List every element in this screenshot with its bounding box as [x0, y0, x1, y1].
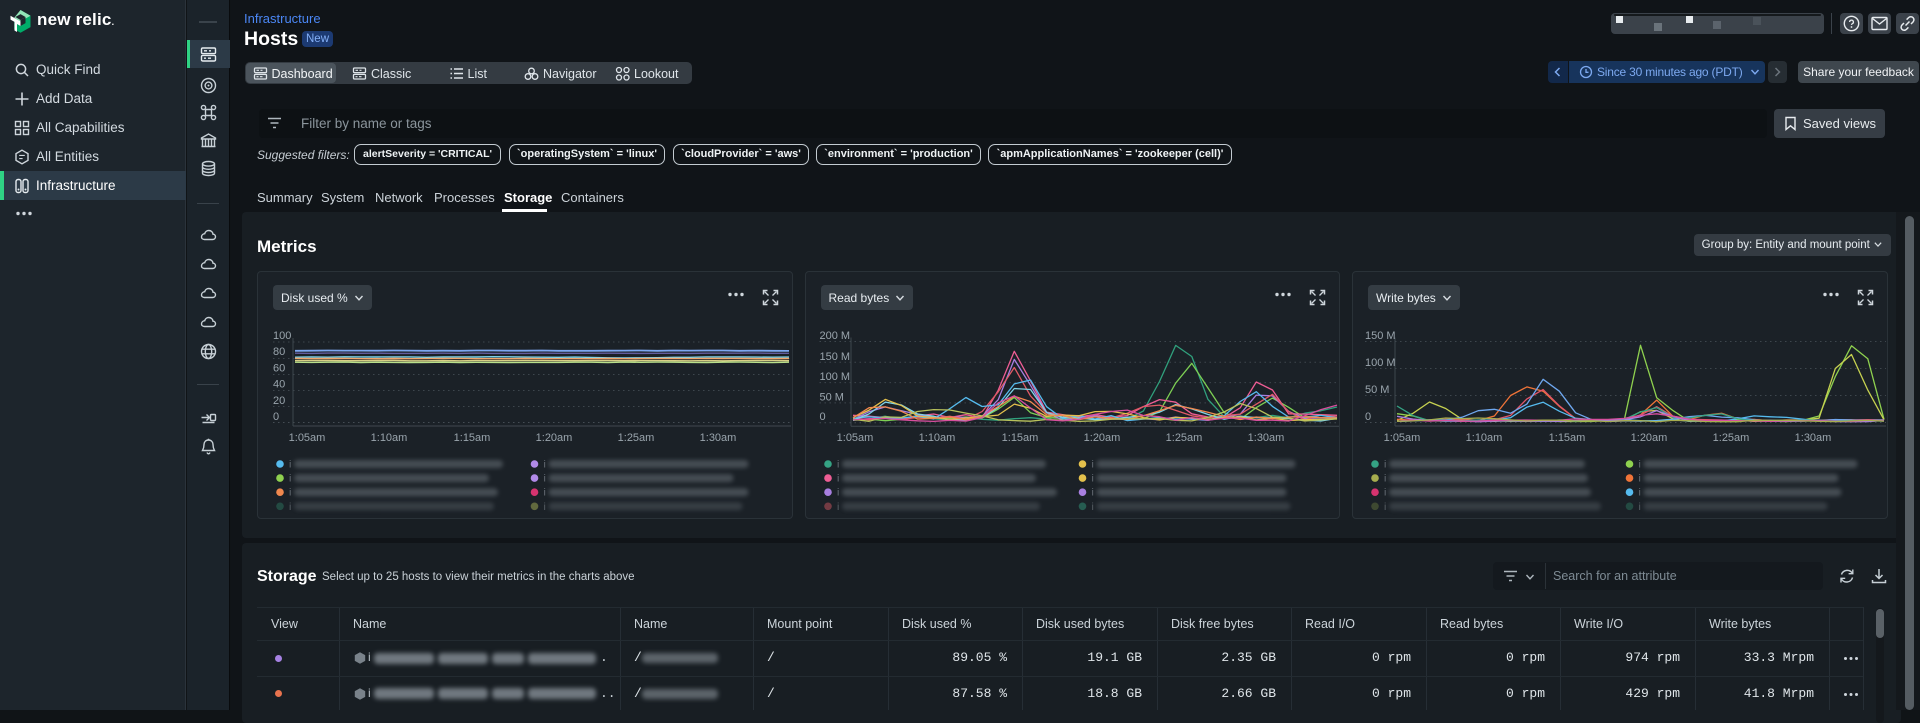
svg-text:200 M: 200 M — [819, 330, 850, 342]
svg-text:1:10am: 1:10am — [918, 432, 955, 444]
svg-text:i: i — [544, 459, 546, 471]
svg-text:20: 20 — [273, 395, 285, 407]
svg-text:40: 40 — [273, 379, 285, 391]
svg-text:i: i — [289, 473, 291, 485]
svg-text:i: i — [1639, 501, 1641, 513]
svg-text:1:10am: 1:10am — [371, 432, 408, 444]
svg-text:i: i — [1384, 501, 1386, 513]
svg-text:0: 0 — [273, 411, 279, 423]
svg-text:150 M: 150 M — [1365, 330, 1396, 342]
svg-text:80: 80 — [273, 346, 285, 358]
svg-text:1:05am: 1:05am — [836, 432, 873, 444]
svg-text:60: 60 — [273, 362, 285, 374]
svg-text:1:05am: 1:05am — [1384, 432, 1421, 444]
svg-text:i: i — [289, 459, 291, 471]
svg-text:i: i — [1091, 459, 1093, 471]
svg-text:i: i — [1384, 487, 1386, 499]
svg-text:100 M: 100 M — [1365, 357, 1396, 369]
svg-text:100: 100 — [273, 330, 291, 342]
svg-text:1:15am: 1:15am — [454, 432, 491, 444]
svg-text:1:30am: 1:30am — [700, 432, 737, 444]
svg-text:100 M: 100 M — [819, 371, 850, 383]
svg-text:i: i — [1639, 487, 1641, 499]
svg-text:1:30am: 1:30am — [1795, 432, 1832, 444]
svg-text:i: i — [1639, 473, 1641, 485]
svg-text:i: i — [1639, 459, 1641, 471]
svg-text:i: i — [289, 487, 291, 499]
svg-text:1:05am: 1:05am — [289, 432, 326, 444]
svg-text:i: i — [837, 459, 839, 471]
svg-text:i: i — [837, 487, 839, 499]
svg-text:i: i — [1384, 459, 1386, 471]
svg-text:i: i — [544, 501, 546, 513]
svg-text:i: i — [837, 473, 839, 485]
svg-text:1:20am: 1:20am — [1083, 432, 1120, 444]
svg-text:1:25am: 1:25am — [1713, 432, 1750, 444]
svg-text:50 M: 50 M — [819, 391, 843, 403]
svg-text:1:15am: 1:15am — [1001, 432, 1038, 444]
svg-text:1:25am: 1:25am — [1165, 432, 1202, 444]
svg-text:0: 0 — [1365, 411, 1371, 423]
svg-text:i: i — [544, 473, 546, 485]
svg-text:i: i — [544, 487, 546, 499]
svg-text:i: i — [1091, 501, 1093, 513]
svg-text:i: i — [1384, 473, 1386, 485]
svg-text:150 M: 150 M — [819, 351, 850, 363]
svg-text:i: i — [1091, 487, 1093, 499]
svg-text:i: i — [289, 501, 291, 513]
svg-text:50 M: 50 M — [1365, 384, 1389, 396]
svg-text:1:10am: 1:10am — [1466, 432, 1503, 444]
svg-text:0: 0 — [819, 411, 825, 423]
svg-text:i: i — [1091, 473, 1093, 485]
svg-text:1:30am: 1:30am — [1247, 432, 1284, 444]
svg-text:1:15am: 1:15am — [1549, 432, 1586, 444]
svg-text:1:20am: 1:20am — [536, 432, 573, 444]
svg-text:1:25am: 1:25am — [618, 432, 655, 444]
svg-text:i: i — [837, 501, 839, 513]
svg-text:1:20am: 1:20am — [1631, 432, 1668, 444]
